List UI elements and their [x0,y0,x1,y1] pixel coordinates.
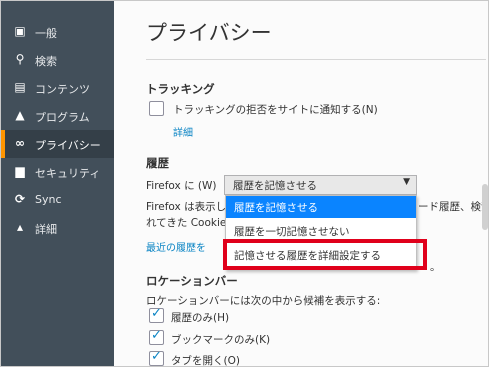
history-description-line1-end: ード履歴、検索や [418,201,488,213]
history-mode-value: 履歴を記憶させる [233,180,317,192]
history-suggest-label[interactable]: 履歴のみ(H) [171,310,229,325]
sidebar-item-label: コンテンツ [35,83,90,96]
sidebar-item-label: 詳細 [35,223,57,236]
mask-icon: ∞ [15,136,25,150]
dnt-checkbox[interactable] [149,101,164,116]
recent-history-link[interactable]: 最近の履歴を [146,239,206,254]
location-bar-heading: ロケーションバー [146,274,238,288]
bookmarks-suggest-label[interactable]: ブックマークのみ(K) [171,332,270,347]
wizard-icon: ▴ [16,220,24,234]
sidebar-item-label: Sync [35,193,62,206]
sidebar-item-sync[interactable]: ⟳ Sync [1,186,114,214]
open-tabs-suggest-checkbox[interactable] [149,349,164,366]
dropdown-option-remember[interactable]: 履歴を記憶させる [226,196,416,218]
content-icon: ▤ [14,80,26,94]
sidebar-item-security[interactable]: ▆ セキュリティ [1,158,114,186]
general-icon: ▣ [14,24,26,38]
chevron-down-icon: ▼ [403,177,410,187]
history-mode-select[interactable]: 履歴を記憶させる ▼ [224,175,417,195]
history-description-line2: れてきた Cookie [146,217,227,229]
tracking-heading: トラッキング [146,82,215,96]
history-description-line1: Firefox は表示し [146,201,227,213]
bookmarks-suggest-checkbox[interactable] [149,328,164,345]
tracking-details-link[interactable]: 詳細 [173,124,193,139]
lock-icon: ▆ [15,164,25,178]
sidebar-item-label: 一般 [35,27,57,40]
sidebar: ▣ 一般 ⚲ 検索 ▤ コンテンツ ▲ プログラム ∞ プライバシー ▆ セキュ… [1,1,114,366]
sidebar-item-label: 検索 [35,55,57,68]
history-mode-label: Firefox に (W) [146,180,217,192]
sidebar-item-label: セキュリティ [35,167,101,180]
title-divider [146,59,486,60]
sidebar-item-search[interactable]: ⚲ 検索 [1,46,114,74]
location-bar-description: ロケーションバーには次の中から候補を表示する: [146,295,381,307]
scrollbar-thumb[interactable] [482,184,488,230]
sidebar-item-advanced[interactable]: ▴ 詳細 [1,214,114,242]
sidebar-item-content[interactable]: ▤ コンテンツ [1,74,114,102]
open-tabs-suggest-label[interactable]: タブを開く(O) [171,353,240,366]
option-label: 履歴を一切記憶させない [234,226,350,238]
main-pane: プライバシー トラッキング トラッキングの拒否をサイトに通知する(N) 詳細 履… [114,1,488,366]
sync-icon: ⟳ [14,192,26,206]
history-description-trailing: 。 [430,261,441,273]
rocket-icon: ▲ [15,108,25,122]
sidebar-item-applications[interactable]: ▲ プログラム [1,102,114,130]
search-icon: ⚲ [15,52,25,66]
sidebar-item-label: プログラム [35,111,90,124]
sidebar-item-general[interactable]: ▣ 一般 [1,18,114,46]
history-heading: 履歴 [146,156,169,170]
sidebar-item-label: プライバシー [35,139,101,152]
highlight-box [223,239,427,270]
preferences-window: ▣ 一般 ⚲ 検索 ▤ コンテンツ ▲ プログラム ∞ プライバシー ▆ セキュ… [0,0,489,367]
page-title: プライバシー [146,21,272,45]
option-label: 履歴を記憶させる [234,202,318,214]
sidebar-item-privacy[interactable]: ∞ プライバシー [1,130,114,158]
dnt-label[interactable]: トラッキングの拒否をサイトに通知する(N) [173,102,378,117]
history-suggest-checkbox[interactable] [149,306,164,323]
